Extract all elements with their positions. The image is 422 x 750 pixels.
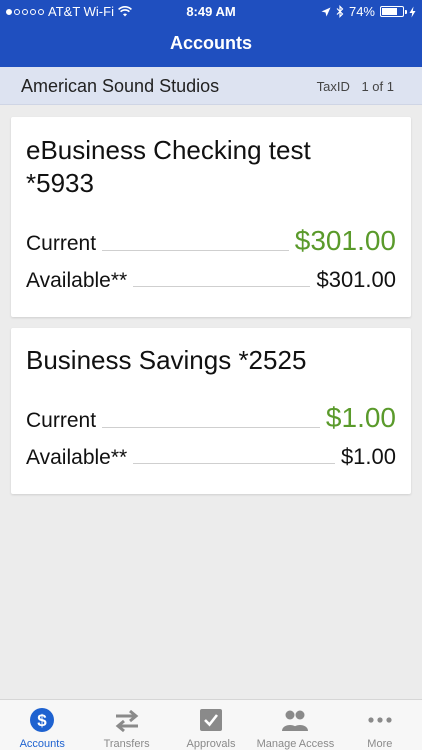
available-amount: $1.00	[340, 444, 396, 469]
taxid-page: 1 of 1	[361, 79, 394, 94]
available-balance-row: Available** $301.00	[26, 267, 396, 293]
account-title: eBusiness Checking test *5933	[26, 134, 311, 200]
svg-text:$: $	[37, 711, 47, 730]
location-arrow-icon	[321, 7, 331, 16]
account-title-line1: Business Savings *2525	[26, 345, 307, 375]
current-balance-row: Current $301.00	[26, 225, 396, 257]
tab-label: Manage Access	[256, 738, 335, 750]
available-balance-row: Available** $1.00	[26, 444, 396, 470]
current-amount: $301.00	[294, 225, 396, 256]
taxid-label: TaxID	[316, 79, 350, 94]
checkbox-icon	[200, 709, 223, 731]
current-label: Current	[26, 232, 97, 255]
account-card-savings[interactable]: Business Savings *2525 Current $1.00 Ava…	[11, 328, 411, 494]
tab-more[interactable]: More	[338, 700, 422, 750]
more-dots-icon	[368, 717, 392, 723]
dollar-circle-icon: $	[30, 708, 55, 732]
tab-transfers[interactable]: Transfers	[84, 700, 168, 750]
account-card-checking[interactable]: eBusiness Checking test *5933 Current $3…	[11, 117, 411, 317]
company-name: American Sound Studios	[21, 76, 220, 96]
tab-approvals[interactable]: Approvals	[169, 700, 253, 750]
account-title-line1: eBusiness Checking test	[26, 135, 311, 165]
bluetooth-icon	[336, 5, 344, 18]
top-header: AT&T Wi-Fi 8:49 AM 74% Accounts	[0, 0, 422, 67]
battery-percent: 74%	[348, 4, 375, 19]
status-bar: AT&T Wi-Fi 8:49 AM 74%	[0, 0, 422, 24]
current-amount: $1.00	[325, 402, 396, 433]
account-title: Business Savings *2525	[26, 344, 306, 377]
company-bar[interactable]: American Sound Studios TaxID 1 of 1	[0, 67, 422, 105]
tab-label: More	[367, 738, 393, 750]
current-balance-row: Current $1.00	[26, 402, 396, 434]
tab-accounts[interactable]: $ Accounts	[0, 700, 84, 750]
tab-label: Accounts	[19, 738, 65, 750]
transfer-arrows-icon	[115, 709, 138, 733]
charging-bolt-icon	[409, 6, 416, 17]
leader-line	[133, 463, 335, 464]
people-icon	[282, 710, 309, 731]
tab-label: Approvals	[186, 738, 236, 750]
battery-icon	[380, 6, 407, 17]
available-label: Available**	[26, 269, 128, 292]
tab-manage-access[interactable]: Manage Access	[253, 700, 337, 750]
account-title-line2: *5933	[26, 168, 94, 198]
available-amount: $301.00	[316, 267, 396, 292]
leader-line	[102, 250, 289, 251]
available-label: Available**	[26, 446, 128, 469]
page-title: Accounts	[169, 33, 252, 53]
leader-line	[102, 427, 320, 428]
taxid-indicator: TaxID 1 of 1	[317, 79, 394, 94]
current-label: Current	[26, 409, 97, 432]
leader-line	[133, 286, 311, 287]
status-right: 74%	[321, 4, 416, 19]
tab-bar: $ Accounts Transfers Approvals Manage Ac…	[0, 699, 422, 750]
tab-label: Transfers	[103, 738, 150, 750]
